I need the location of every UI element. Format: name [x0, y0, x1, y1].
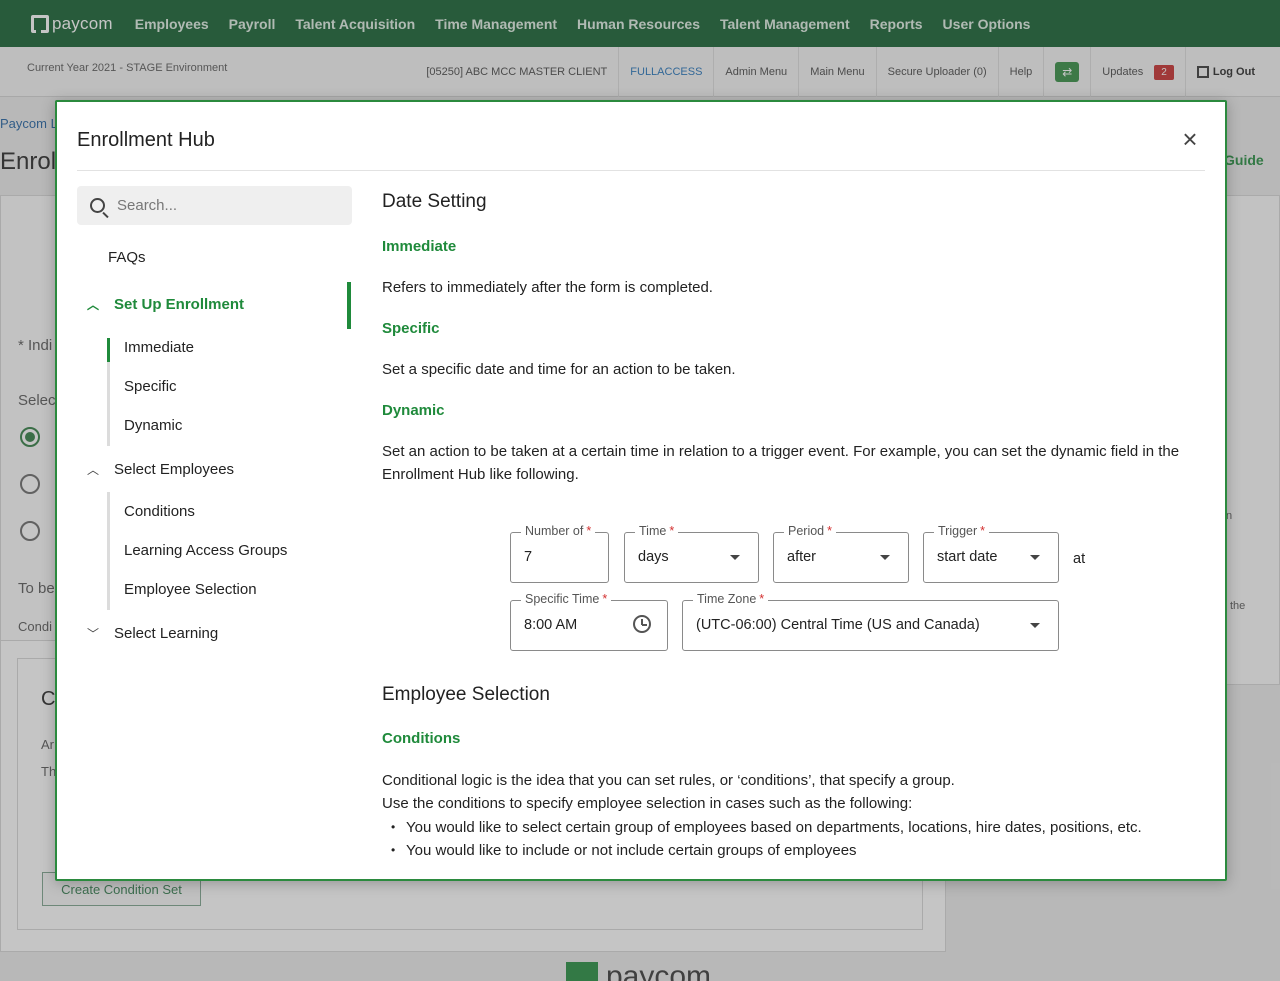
dropdown-arrow-icon [880, 555, 890, 560]
nav-specific[interactable]: Specific [124, 378, 177, 395]
period-value: after [787, 549, 817, 565]
specific-time-value: 8:00 AM [524, 617, 578, 633]
required-mark: * [669, 524, 675, 538]
modal-title: Enrollment Hub [77, 129, 215, 151]
nav-faqs[interactable]: FAQs [108, 249, 146, 266]
search-box[interactable] [77, 186, 352, 225]
time-zone-value: (UTC-06:00) Central Time (US and Canada) [696, 617, 980, 633]
period-label: Period * [784, 524, 837, 538]
nav-section-setup-enrollment[interactable]: ︿ Set Up Enrollment [83, 296, 244, 313]
specific-text: Set a specific date and time for an acti… [382, 361, 736, 378]
label-text: Specific Time [525, 592, 600, 606]
nav-employee-selection[interactable]: Employee Selection [124, 581, 257, 598]
date-setting-heading: Date Setting [382, 191, 487, 212]
nav-section-select-employees[interactable]: ︿ Select Employees [83, 461, 234, 478]
immediate-heading: Immediate [382, 238, 457, 255]
conditions-heading: Conditions [382, 730, 461, 747]
trigger-select[interactable]: Trigger * start date [923, 524, 1059, 583]
chevron-up-icon: ︿ [86, 463, 99, 477]
modal-divider [77, 170, 1205, 171]
list-item: You would like to select certain group o… [391, 819, 1142, 836]
search-input[interactable] [117, 197, 337, 214]
number-of-value: 7 [524, 549, 533, 565]
at-label: at [1073, 551, 1086, 567]
required-mark: * [759, 592, 765, 606]
chevron-up-icon: ︿ [86, 298, 99, 312]
number-of-field[interactable]: Number of * 7 [510, 524, 609, 583]
immediate-text: Refers to immediately after the form is … [382, 279, 713, 296]
label-text: Number of [525, 524, 584, 538]
specific-time-label: Specific Time * [521, 592, 612, 606]
trigger-label: Trigger * [934, 524, 990, 538]
dropdown-arrow-icon [730, 555, 740, 560]
nav-section-label: Select Learning [114, 625, 219, 642]
time-label: Time * [635, 524, 679, 538]
active-sub-indicator [107, 338, 110, 362]
specific-time-field[interactable]: Specific Time * 8:00 AM [510, 592, 668, 651]
label-text: Time Zone [697, 592, 757, 606]
time-select[interactable]: Time * days [624, 524, 759, 583]
label-text: Time [639, 524, 667, 538]
nav-section-label: Select Employees [114, 461, 235, 478]
enrollment-hub-modal: Enrollment Hub × FAQs ︿ Set Up Enrollmen… [55, 100, 1227, 881]
dynamic-text: Set an action to be taken at a certain t… [382, 443, 1180, 483]
label-text: Trigger [938, 524, 978, 538]
required-mark: * [980, 524, 986, 538]
nav-section-label: Set Up Enrollment [114, 296, 245, 313]
number-of-label: Number of * [521, 524, 596, 538]
conditions-text-2: Use the conditions to specify employee s… [382, 795, 913, 812]
time-zone-label: Time Zone * [693, 592, 769, 606]
list-item: You would like to include or not include… [391, 842, 857, 859]
trigger-value: start date [937, 549, 998, 565]
required-mark: * [586, 524, 592, 538]
required-mark: * [602, 592, 608, 606]
nav-dynamic[interactable]: Dynamic [124, 417, 182, 434]
time-zone-select[interactable]: Time Zone * (UTC-06:00) Central Time (US … [682, 592, 1059, 651]
specific-heading: Specific [382, 320, 440, 337]
close-icon[interactable]: × [1179, 126, 1201, 152]
nav-section-select-learning[interactable]: ﹀ Select Learning [83, 625, 218, 642]
required-mark: * [827, 524, 833, 538]
clock-icon[interactable] [633, 615, 651, 633]
dynamic-heading: Dynamic [382, 402, 445, 419]
nav-learning-access-groups[interactable]: Learning Access Groups [124, 542, 287, 559]
dropdown-arrow-icon [1030, 623, 1040, 628]
scroll-position-indicator [347, 282, 351, 329]
select-employees-sub-rail [107, 492, 110, 610]
conditions-text-1: Conditional logic is the idea that you c… [382, 772, 955, 789]
dropdown-arrow-icon [1030, 555, 1040, 560]
chevron-down-icon: ﹀ [86, 627, 99, 641]
period-select[interactable]: Period * after [773, 524, 909, 583]
employee-selection-heading: Employee Selection [382, 684, 550, 705]
label-text: Period [788, 524, 825, 538]
time-value: days [638, 549, 669, 565]
search-icon [90, 198, 105, 213]
nav-conditions[interactable]: Conditions [124, 503, 195, 520]
nav-immediate[interactable]: Immediate [124, 339, 194, 356]
